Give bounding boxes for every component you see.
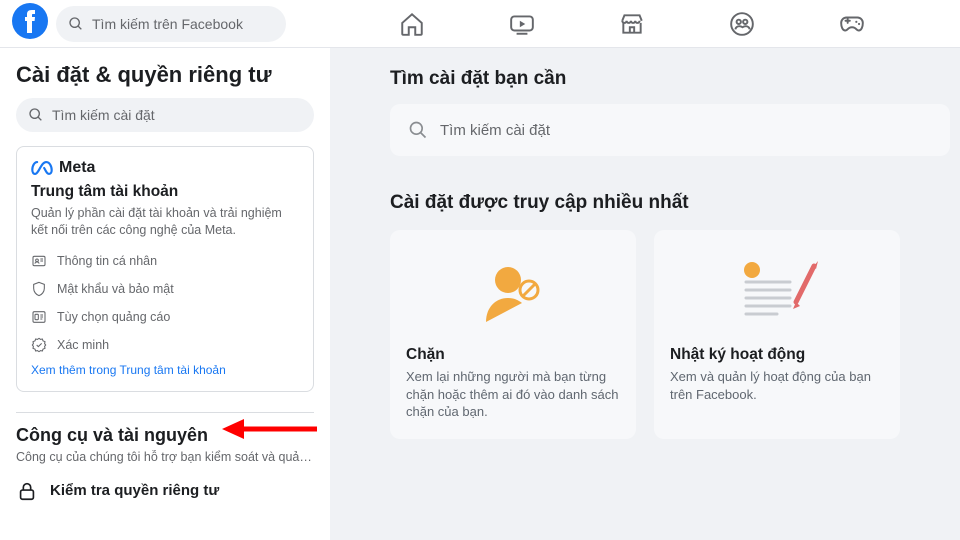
tile-activity-title: Nhật ký hoạt động [670, 346, 884, 364]
tile-blocking-desc: Xem lại những người mà bạn từng chặn hoặ… [406, 368, 620, 421]
id-card-icon [31, 253, 47, 269]
tools-subheading: Công cụ của chúng tôi hỗ trợ bạn kiểm so… [16, 450, 314, 464]
item-ad-preferences[interactable]: Tùy chọn quảng cáo [31, 303, 299, 331]
tile-blocking-title: Chặn [406, 346, 620, 364]
tile-activity-log[interactable]: Nhật ký hoạt động Xem và quản lý hoạt độ… [654, 230, 900, 439]
privacy-checkup-label: Kiểm tra quyền riêng tư [50, 482, 219, 499]
tools-heading: Công cụ và tài nguyên [16, 425, 314, 446]
divider [16, 412, 314, 413]
item-personal-info[interactable]: Thông tin cá nhân [31, 247, 299, 275]
top-search-input[interactable]: Tìm kiếm trên Facebook [56, 6, 286, 42]
privacy-checkup-row[interactable]: Kiểm tra quyền riêng tư [16, 474, 314, 508]
groups-icon[interactable] [722, 4, 762, 44]
top-nav [286, 4, 908, 44]
home-icon[interactable] [392, 4, 432, 44]
facebook-logo[interactable] [12, 3, 48, 44]
most-visited-heading: Cài đặt được truy cập nhiều nhất [390, 192, 960, 214]
shield-icon [31, 281, 47, 297]
marketplace-icon[interactable] [612, 4, 652, 44]
search-icon [68, 16, 84, 32]
topbar: Tìm kiếm trên Facebook [0, 0, 960, 48]
sidebar: Cài đặt & quyền riêng tư Tìm kiếm cài đặ… [0, 48, 330, 540]
sidebar-search-input[interactable]: Tìm kiếm cài đặt [16, 98, 314, 132]
ad-icon [31, 309, 47, 325]
meta-brand-text: Meta [59, 159, 95, 177]
top-search-placeholder: Tìm kiếm trên Facebook [92, 16, 243, 32]
activity-log-illustration [670, 244, 884, 340]
content-area: Tìm cài đặt bạn cần Tìm kiếm cài đặt Cài… [330, 48, 960, 540]
item-verification[interactable]: Xác minh [31, 331, 299, 359]
meta-logo: Meta [31, 159, 299, 177]
accounts-center-card[interactable]: Meta Trung tâm tài khoản Quản lý phần cà… [16, 146, 314, 392]
sidebar-search-placeholder: Tìm kiếm cài đặt [52, 107, 155, 123]
sidebar-title: Cài đặt & quyền riêng tư [16, 62, 314, 88]
tile-activity-desc: Xem và quản lý hoạt động của bạn trên Fa… [670, 368, 884, 403]
search-icon [408, 120, 428, 140]
content-search-input[interactable]: Tìm kiếm cài đặt [390, 104, 950, 156]
blocking-illustration [406, 244, 620, 340]
see-more-accounts-center-link[interactable]: Xem thêm trong Trung tâm tài khoản [31, 363, 226, 377]
check-badge-icon [31, 337, 47, 353]
item-password-security[interactable]: Mật khẩu và bảo mật [31, 275, 299, 303]
video-icon[interactable] [502, 4, 542, 44]
accounts-center-desc: Quản lý phần cài đặt tài khoản và trải n… [31, 205, 299, 239]
accounts-center-heading: Trung tâm tài khoản [31, 183, 299, 201]
content-search-placeholder: Tìm kiếm cài đặt [440, 122, 550, 139]
tile-blocking[interactable]: Chặn Xem lại những người mà bạn từng chặ… [390, 230, 636, 439]
gaming-icon[interactable] [832, 4, 872, 44]
lock-icon [16, 480, 38, 502]
search-icon [28, 107, 44, 123]
find-settings-heading: Tìm cài đặt bạn cần [390, 68, 960, 90]
